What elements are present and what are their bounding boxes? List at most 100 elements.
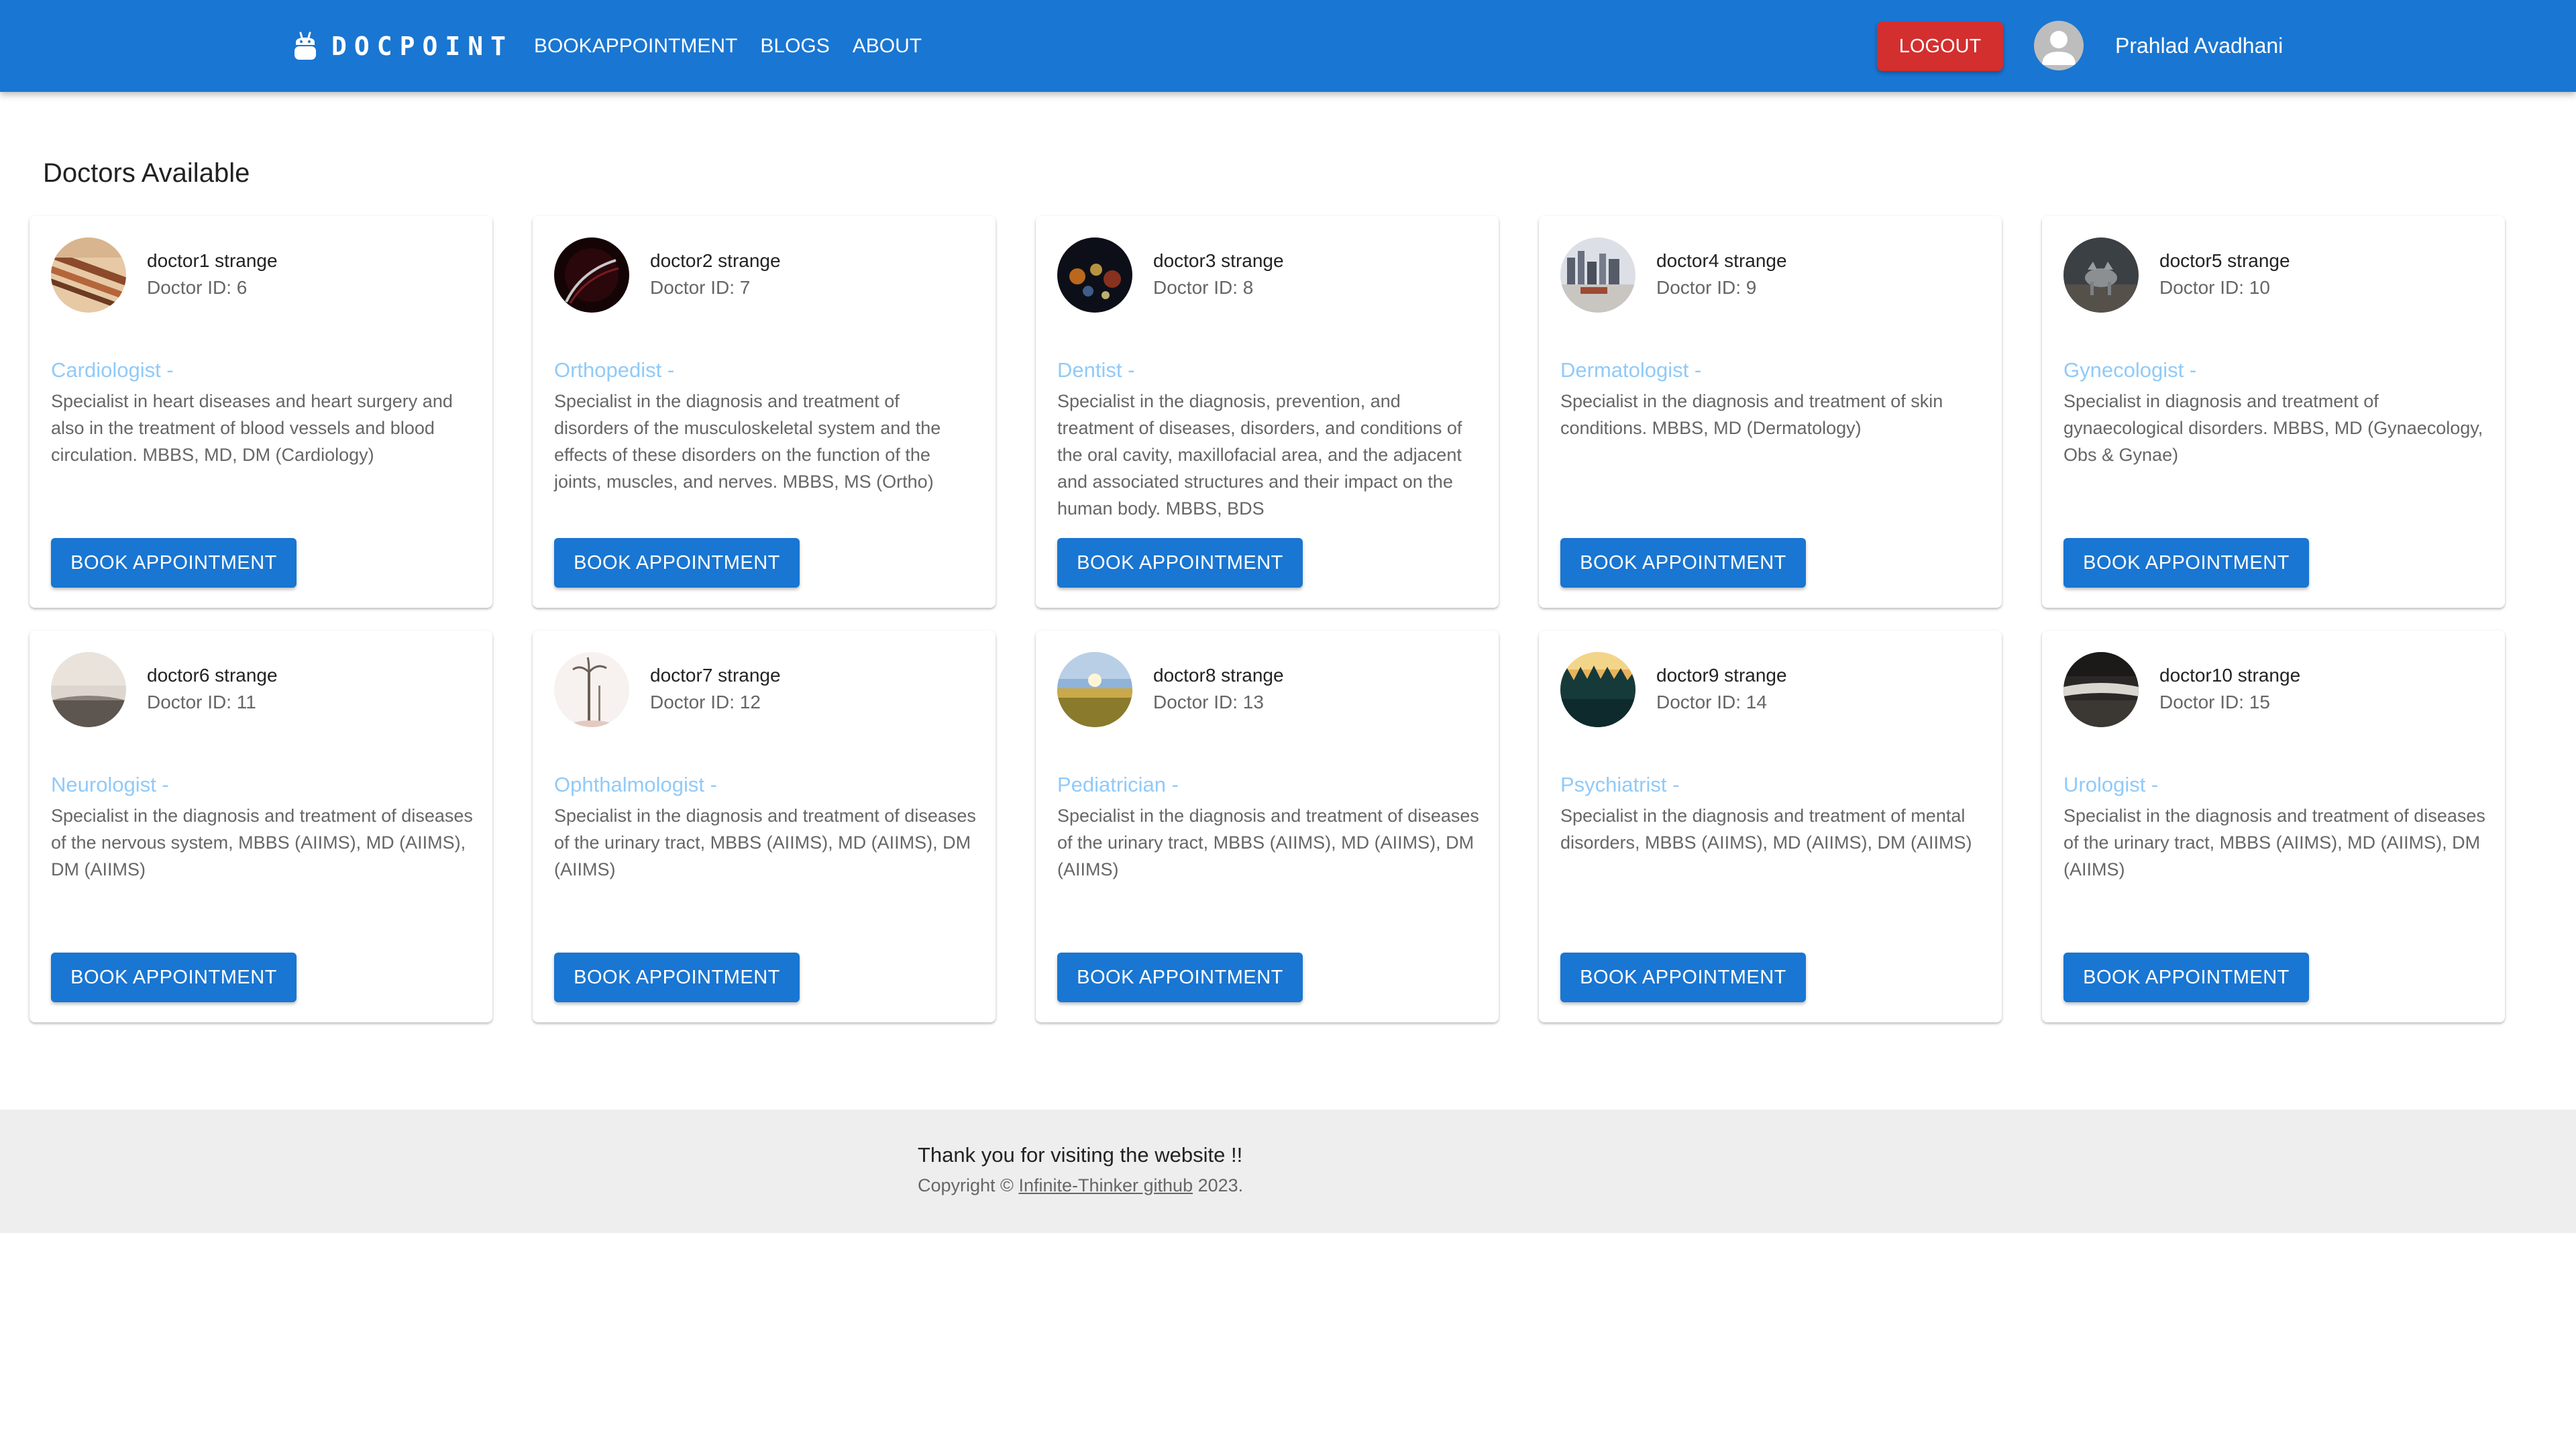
doctor-id: Doctor ID: 14: [1656, 692, 1767, 712]
nav-bookappointment[interactable]: BOOKAPPOINTMENT: [534, 35, 737, 58]
doctor-name: doctor7 strange: [650, 665, 781, 686]
doctor-name: doctor8 strange: [1153, 665, 1284, 686]
doctor-card: doctor10 strange Doctor ID: 15 Urologist…: [2042, 631, 2505, 1022]
nav-about[interactable]: ABOUT: [853, 35, 922, 58]
book-appointment-button[interactable]: BOOK APPOINTMENT: [1560, 538, 1806, 588]
doctor-id: Doctor ID: 15: [2159, 692, 2270, 712]
doctor-specialty: Dentist -: [1057, 358, 1135, 382]
doctor-description: Specialist in the diagnosis and treatmen…: [51, 806, 473, 879]
doctor-specialty: Gynecologist -: [2063, 358, 2197, 382]
doctor-photo: [1057, 237, 1132, 313]
doctor-description: Specialist in the diagnosis and treatmen…: [1560, 391, 1943, 438]
doctor-description: Specialist in heart diseases and heart s…: [51, 391, 453, 465]
doctor-specialty: Cardiologist -: [51, 358, 174, 382]
brand-name: DOCPOINT: [331, 31, 514, 61]
book-appointment-button[interactable]: BOOK APPOINTMENT: [1560, 953, 1806, 1002]
doctor-name: doctor10 strange: [2159, 665, 2301, 686]
doctor-specialty: Neurologist -: [51, 773, 169, 796]
doctor-avatar: [51, 652, 126, 727]
doctor-specialty: Pediatrician -: [1057, 773, 1179, 796]
doctor-photo: [2063, 652, 2139, 727]
doctor-name: doctor5 strange: [2159, 250, 2290, 271]
doctor-avatar: [51, 237, 126, 313]
doctor-card: doctor1 strange Doctor ID: 6 Cardiologis…: [30, 216, 492, 608]
doctor-card: doctor6 strange Doctor ID: 11 Neurologis…: [30, 631, 492, 1022]
doctor-card: doctor5 strange Doctor ID: 10 Gynecologi…: [2042, 216, 2505, 608]
doctor-id: Doctor ID: 13: [1153, 692, 1264, 712]
doctor-card: doctor2 strange Doctor ID: 7 Orthopedist…: [533, 216, 996, 608]
copyright-year: 2023.: [1193, 1175, 1244, 1195]
doctor-id: Doctor ID: 6: [147, 277, 248, 298]
doctor-specialty: Dermatologist -: [1560, 358, 1702, 382]
main-nav: BOOKAPPOINTMENT BLOGS ABOUT: [534, 0, 945, 92]
user-name: Prahlad Avadhani: [2115, 34, 2284, 58]
logout-button[interactable]: LOGOUT: [1877, 21, 2003, 71]
doctor-description: Specialist in the diagnosis, prevention,…: [1057, 391, 1462, 519]
doctor-photo: [1057, 652, 1132, 727]
doctor-avatar: [2063, 652, 2139, 727]
doctor-description: Specialist in the diagnosis and treatmen…: [554, 391, 941, 492]
doctor-card: doctor4 strange Doctor ID: 9 Dermatologi…: [1539, 216, 2002, 608]
doctor-photo: [554, 652, 629, 727]
doctor-name: doctor6 strange: [147, 665, 278, 686]
user-avatar[interactable]: [2034, 21, 2084, 70]
doctor-name: doctor2 strange: [650, 250, 781, 271]
footer-copyright: Copyright © Infinite-Thinker github 2023…: [918, 1175, 1243, 1196]
footer: Thank you for visiting the website !! Co…: [0, 1110, 2576, 1233]
book-appointment-button[interactable]: BOOK APPOINTMENT: [51, 953, 297, 1002]
doctor-description: Specialist in diagnosis and treatment of…: [2063, 391, 2483, 465]
doctor-avatar: [554, 237, 629, 313]
doctor-avatar: [1560, 237, 1635, 313]
github-link[interactable]: Infinite-Thinker github: [1018, 1175, 1193, 1195]
nav-blogs[interactable]: BLOGS: [760, 35, 829, 58]
app-bar: DOCPOINT BOOKAPPOINTMENT BLOGS ABOUT LOG…: [0, 0, 2576, 92]
doctor-name: doctor9 strange: [1656, 665, 1787, 686]
doctor-card: doctor8 strange Doctor ID: 13 Pediatrici…: [1036, 631, 1499, 1022]
doctor-avatar: [1560, 652, 1635, 727]
doctor-card: doctor7 strange Doctor ID: 12 Ophthalmol…: [533, 631, 996, 1022]
doctor-name: doctor3 strange: [1153, 250, 1284, 271]
doctor-id: Doctor ID: 9: [1656, 277, 1757, 298]
book-appointment-button[interactable]: BOOK APPOINTMENT: [1057, 953, 1303, 1002]
footer-thanks: Thank you for visiting the website !!: [918, 1143, 1243, 1167]
doctor-photo: [51, 237, 126, 313]
robot-icon: [294, 32, 316, 60]
book-appointment-button[interactable]: BOOK APPOINTMENT: [554, 953, 800, 1002]
doctor-avatar: [554, 652, 629, 727]
book-appointment-button[interactable]: BOOK APPOINTMENT: [1057, 538, 1303, 588]
doctor-card: doctor9 strange Doctor ID: 14 Psychiatri…: [1539, 631, 2002, 1022]
doctor-id: Doctor ID: 12: [650, 692, 761, 712]
brand[interactable]: DOCPOINT: [292, 0, 513, 92]
doctor-id: Doctor ID: 8: [1153, 277, 1254, 298]
doctor-id: Doctor ID: 11: [147, 692, 256, 712]
book-appointment-button[interactable]: BOOK APPOINTMENT: [554, 538, 800, 588]
doctor-photo: [1560, 237, 1635, 313]
doctor-name: doctor1 strange: [147, 250, 278, 271]
doctor-specialty: Psychiatrist -: [1560, 773, 1680, 796]
doctor-specialty: Urologist -: [2063, 773, 2159, 796]
copyright-prefix: Copyright ©: [918, 1175, 1019, 1195]
doctor-specialty: Orthopedist -: [554, 358, 675, 382]
doctor-description: Specialist in the diagnosis and treatmen…: [1057, 806, 1479, 879]
doctor-grid: doctor1 strange Doctor ID: 6 Cardiologis…: [30, 216, 2505, 1022]
doctor-photo: [2063, 237, 2139, 313]
doctor-specialty: Ophthalmologist -: [554, 773, 717, 796]
page-title: Doctors Available: [43, 158, 250, 188]
doctor-card: doctor3 strange Doctor ID: 8 Dentist - S…: [1036, 216, 1499, 608]
doctor-avatar: [2063, 237, 2139, 313]
doctor-avatar: [1057, 652, 1132, 727]
book-appointment-button[interactable]: BOOK APPOINTMENT: [51, 538, 297, 588]
doctor-id: Doctor ID: 10: [2159, 277, 2270, 298]
doctor-photo: [554, 237, 629, 313]
doctor-description: Specialist in the diagnosis and treatmen…: [554, 806, 976, 879]
doctor-photo: [51, 652, 126, 727]
doctor-description: Specialist in the diagnosis and treatmen…: [2063, 806, 2485, 879]
book-appointment-button[interactable]: BOOK APPOINTMENT: [2063, 953, 2309, 1002]
doctor-name: doctor4 strange: [1656, 250, 1787, 271]
doctor-description: Specialist in the diagnosis and treatmen…: [1560, 806, 1972, 853]
person-icon: [2042, 31, 2076, 65]
doctor-id: Doctor ID: 7: [650, 277, 751, 298]
doctor-avatar: [1057, 237, 1132, 313]
book-appointment-button[interactable]: BOOK APPOINTMENT: [2063, 538, 2309, 588]
doctor-photo: [1560, 652, 1635, 727]
